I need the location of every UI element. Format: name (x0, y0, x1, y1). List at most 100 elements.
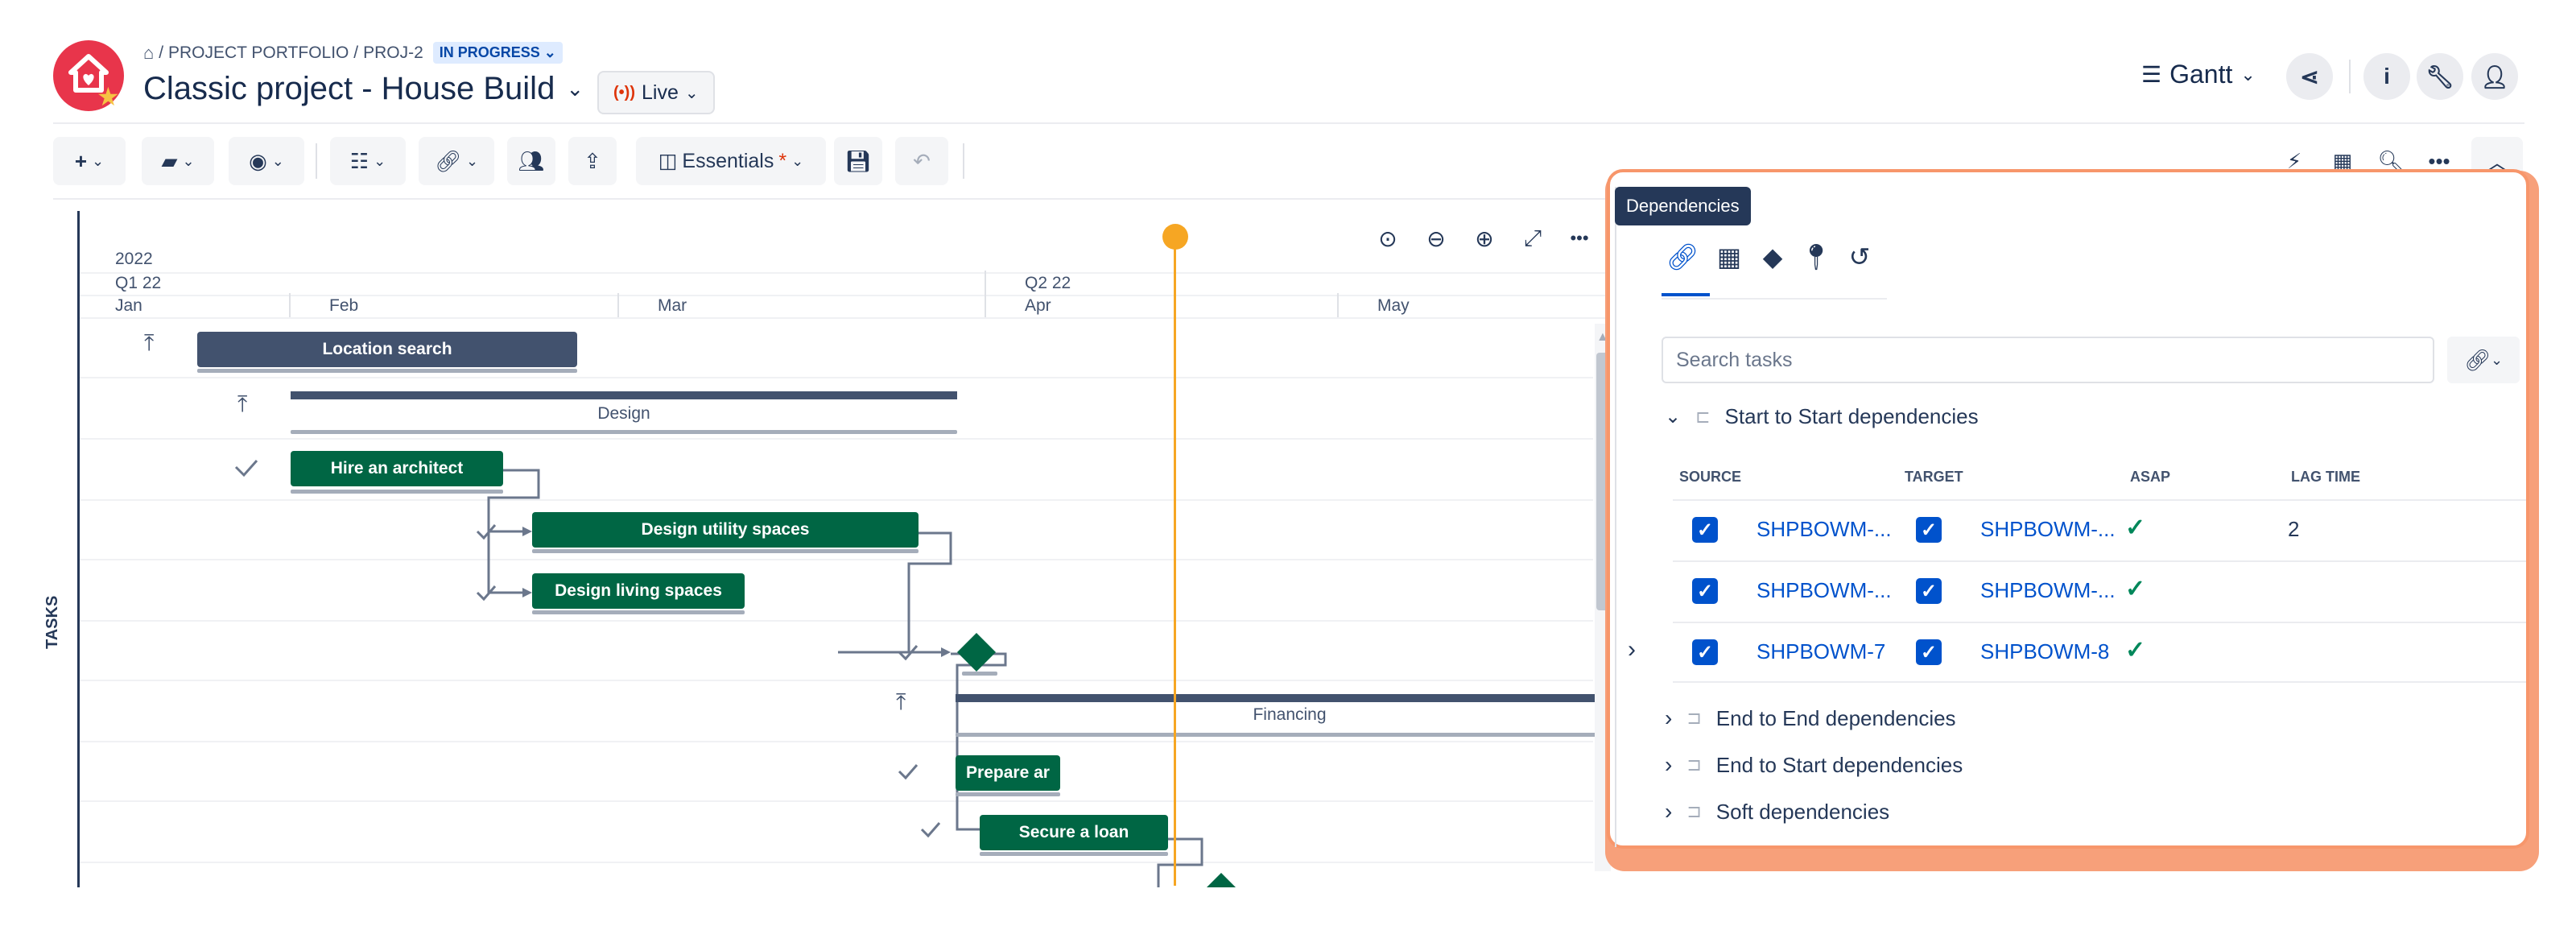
task-bar-prepare[interactable]: Prepare ar (956, 755, 1060, 791)
summary-icon[interactable]: ⤒ (896, 689, 906, 716)
home-icon[interactable]: ⌂ (143, 43, 154, 64)
dependencies-button[interactable]: 🔗︎ ⌄ (419, 137, 494, 185)
source-checkbox[interactable]: ✓ (1692, 639, 1718, 665)
resources-button[interactable]: 👥︎ (507, 137, 555, 185)
dependency-type-dropdown[interactable]: 🔗︎ ⌄ (2447, 337, 2520, 383)
target-checkbox[interactable]: ✓ (1916, 639, 1942, 665)
tab-history[interactable]: ↺ (1842, 242, 1877, 272)
chevron-down-icon: ⌄ (2240, 64, 2256, 85)
export-button[interactable]: ⇪ (568, 137, 617, 185)
section-soft[interactable]: › ⊐ Soft dependencies (1665, 799, 1889, 825)
chevron-down-icon: ⌄ (684, 84, 699, 102)
tab-dependencies[interactable]: 🔗︎ (1665, 242, 1700, 272)
zoom-more-button[interactable]: ••• (1560, 219, 1599, 258)
user-button[interactable]: 👤︎ (2471, 53, 2518, 100)
chevron-down-icon: ⌄ (566, 76, 584, 101)
divider (53, 122, 2524, 124)
list-icon: ☰ (2141, 62, 2162, 87)
column-header: LAG TIME (2291, 469, 2360, 485)
chevron-down-icon: ⌄ (2490, 351, 2504, 368)
chevron-right-icon: › (1665, 752, 1673, 777)
summary-icon[interactable]: ⤒ (144, 330, 154, 357)
asap-check-icon: ✓ (2125, 637, 2146, 663)
target-checkbox[interactable]: ✓ (1916, 578, 1942, 604)
summary-bar-financing[interactable] (956, 694, 1612, 702)
chevron-right-icon: › (1665, 705, 1673, 730)
project-logo[interactable]: ★ (53, 40, 124, 111)
share-button[interactable]: ⋖ (2286, 53, 2333, 100)
page-title[interactable]: Classic project - House Build ⌄ (143, 71, 584, 107)
summary-label: Financing (1253, 705, 1327, 724)
add-button[interactable]: + ⌄ (53, 137, 126, 185)
chevron-right-icon[interactable]: › (1628, 636, 1636, 663)
source-checkbox[interactable]: ✓ (1692, 578, 1718, 604)
zoom-in-button[interactable]: ⊕ (1465, 219, 1504, 258)
link-icon: 🔗︎ (2463, 347, 2491, 372)
view-options-button[interactable]: ◉ ⌄ (229, 137, 304, 185)
zoom-out-button[interactable]: ⊖ (1417, 219, 1455, 258)
source-link[interactable]: SHPBOWM-... (1757, 517, 1892, 542)
diamond-icon: ◆ (1762, 242, 1783, 271)
breadcrumb-project-key[interactable]: PROJ-2 (363, 43, 423, 63)
star-icon: ★ (97, 82, 120, 111)
undo-button[interactable]: ↶ (895, 137, 948, 185)
columns-button[interactable]: ☷ ⌄ (330, 137, 406, 185)
save-button[interactable]: 💾︎ (834, 137, 882, 185)
divider (2349, 60, 2351, 93)
link-icon: 🔗︎ (434, 148, 461, 173)
task-bar-location-search[interactable]: Location search (197, 332, 577, 367)
tab-milestones[interactable]: ◆ (1755, 242, 1790, 272)
baseline (291, 490, 503, 494)
source-link[interactable]: SHPBOWM-... (1757, 578, 1892, 603)
info-button[interactable]: i (2363, 53, 2410, 100)
divider (1673, 681, 2526, 683)
status-badge[interactable]: IN PROGRESS ⌄ (432, 42, 563, 64)
task-bar-hire-architect[interactable]: Hire an architect (291, 451, 503, 486)
chevron-down-icon: ⌄ (271, 152, 284, 169)
tab-markers[interactable]: 📍︎ (1798, 242, 1834, 272)
marker-icon: 📍︎ (1799, 242, 1833, 271)
section-end-to-end[interactable]: › ⊐ End to End dependencies (1665, 705, 1956, 731)
active-tab-indicator (1662, 293, 1710, 296)
summary-bar-design[interactable] (291, 391, 957, 399)
today-marker[interactable] (1162, 224, 1188, 250)
target-link[interactable]: SHPBOWM-... (1980, 578, 2116, 603)
gantt-chart[interactable]: 2022 Q1 22 Q2 22 Jan Feb Mar Apr May ⤒ ⤒… (77, 211, 1612, 887)
baseline (980, 852, 1168, 856)
chevron-down-icon: ⌄ (182, 152, 195, 169)
search-input[interactable]: Search tasks (1662, 337, 2434, 383)
calendar-icon: ▦ (1716, 242, 1742, 271)
settings-button[interactable]: 🔧︎ (2417, 53, 2463, 100)
tab-calendar[interactable]: ▦ (1711, 242, 1747, 272)
divider (1662, 298, 1887, 300)
task-bar-design-utility[interactable]: Design utility spaces (532, 512, 919, 548)
live-button[interactable]: (•)) Live ⌄ (597, 71, 715, 114)
panel-icon: ◫ (658, 150, 678, 172)
asap-check-icon: ✓ (2125, 576, 2146, 602)
section-start-to-start[interactable]: ⌄ ⊏ Start to Start dependencies (1665, 404, 1979, 429)
open-button[interactable]: ▰ ⌄ (142, 137, 214, 185)
essentials-dropdown[interactable]: ◫ Essentials * ⌄ (636, 137, 826, 185)
baseline (956, 792, 1060, 796)
fit-button[interactable]: ⤢ (1513, 219, 1552, 258)
task-bar-design-living[interactable]: Design living spaces (532, 573, 745, 609)
source-link[interactable]: SHPBOWM-7 (1757, 639, 1885, 664)
source-checkbox[interactable]: ✓ (1692, 517, 1718, 543)
link-icon: 🔗︎ (1666, 242, 1699, 271)
lag-time[interactable]: 2 (2288, 517, 2299, 542)
target-checkbox[interactable]: ✓ (1916, 517, 1942, 543)
breadcrumb-portfolio[interactable]: / PROJECT PORTFOLIO / (159, 43, 358, 63)
target-link[interactable]: SHPBOWM-... (1980, 517, 2116, 542)
view-switcher[interactable]: ☰ Gantt ⌄ (2141, 60, 2256, 89)
divider (963, 143, 964, 179)
rows-icon: ☷ (349, 148, 369, 173)
chevron-down-icon: ⌄ (791, 152, 804, 169)
section-end-to-start[interactable]: › ⊐ End to Start dependencies (1665, 752, 1963, 778)
target-link[interactable]: SHPBOWM-8 (1980, 639, 2109, 664)
today-line (1174, 234, 1176, 886)
column-header: ASAP (2130, 469, 2171, 485)
summary-icon[interactable]: ⤒ (237, 391, 247, 418)
panel-divider (1615, 187, 1616, 847)
focus-button[interactable]: ⊙ (1368, 219, 1407, 258)
task-bar-secure-loan[interactable]: Secure a loan (980, 815, 1168, 850)
